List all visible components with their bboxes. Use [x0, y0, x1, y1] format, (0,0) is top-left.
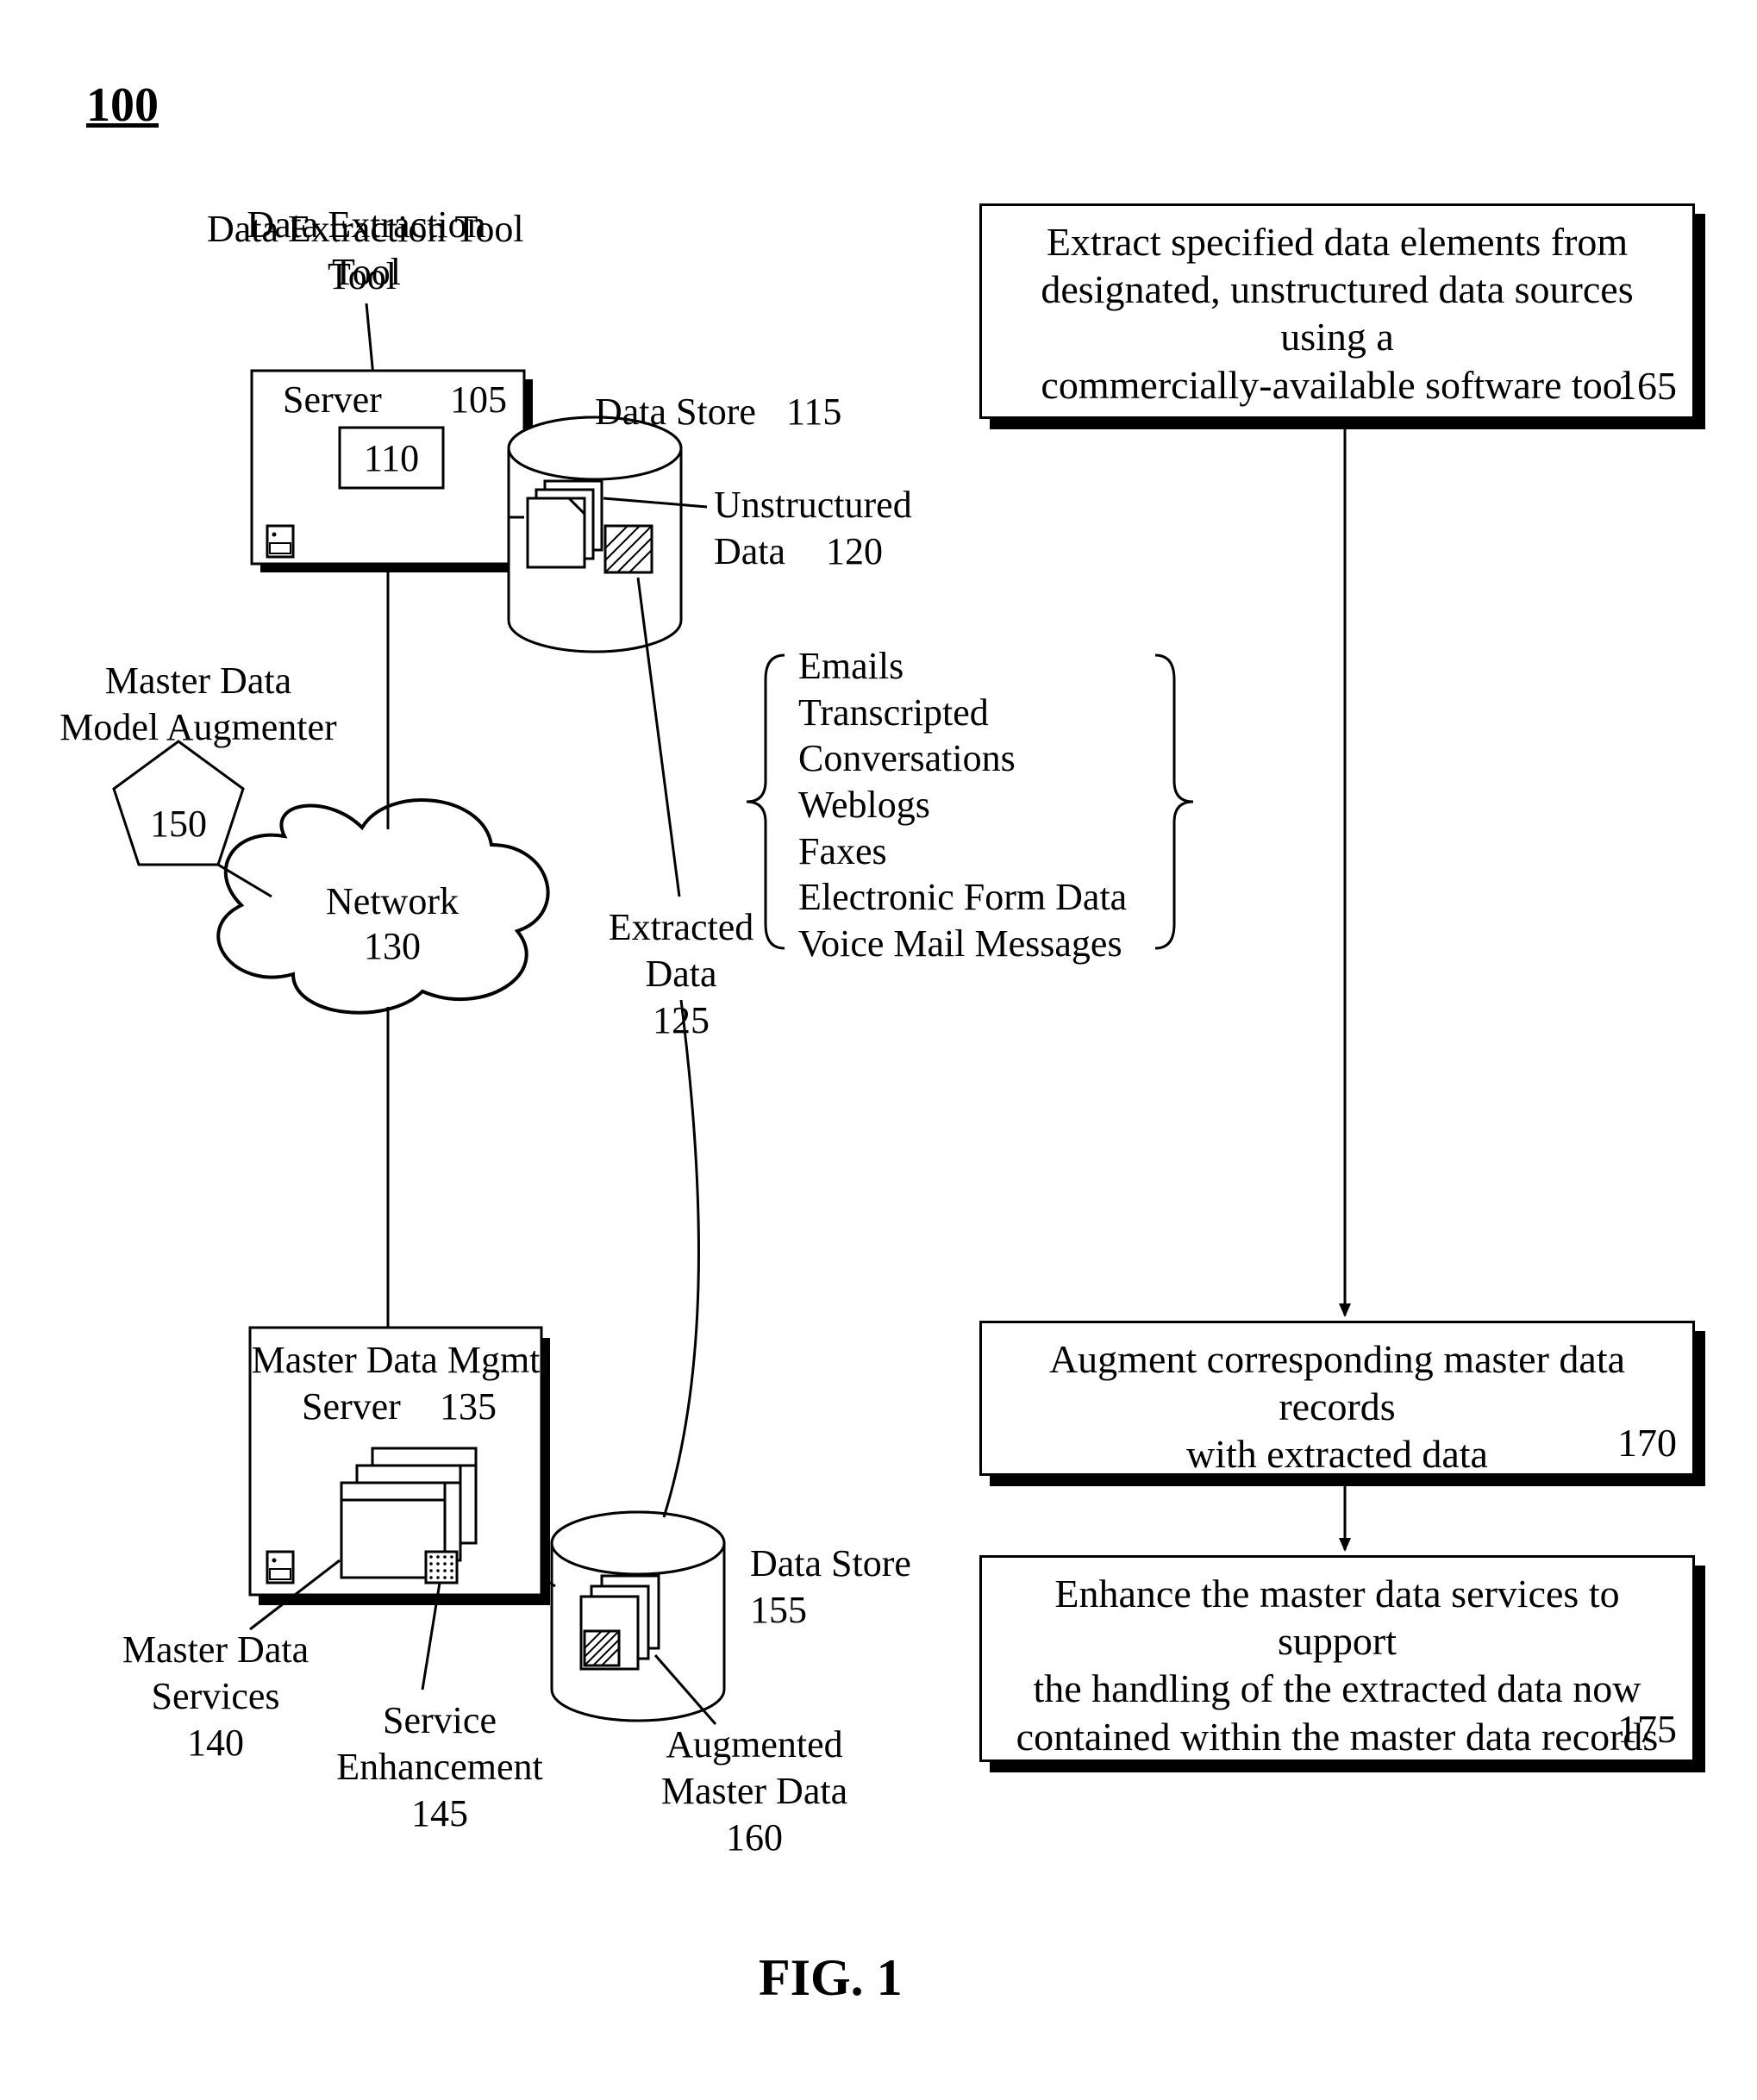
label-data-store-bottom-title: Data Store — [750, 1541, 911, 1585]
label-se-num: 145 — [319, 1791, 560, 1835]
list-item: Electronic Form Data — [798, 874, 1127, 921]
label-amd-num: 160 — [638, 1816, 871, 1859]
label-amd-l2: Master Data — [638, 1769, 871, 1813]
flow-step-170: Augment corresponding master data record… — [979, 1321, 1695, 1476]
flow-step-175: Enhance the master data services to supp… — [979, 1555, 1695, 1762]
flow-step-num: 170 — [1617, 1419, 1677, 1466]
unstructured-examples-list: Emails Transcripted Conversations Weblog… — [798, 643, 1127, 967]
label-mdma-l2: Model Augmenter — [52, 705, 345, 749]
list-item: Emails — [798, 643, 1127, 690]
flow-step-num: 165 — [1617, 362, 1677, 409]
flow-step-num: 175 — [1617, 1705, 1677, 1753]
flow-step-line: contained within the master data records — [1001, 1713, 1673, 1760]
flow-step-line: Extract specified data elements from — [1001, 218, 1673, 266]
label-extracted-data-l1: Extracted — [595, 905, 767, 949]
label-mds-num: 140 — [103, 1721, 328, 1765]
label-unstructured-data-l1: Unstructured — [714, 483, 912, 527]
flow-step-line: Enhance the master data services to supp… — [1001, 1570, 1673, 1665]
flow-step-line: Augment corresponding master data record… — [1001, 1335, 1673, 1430]
label-unstructured-data-l2: Data — [714, 529, 785, 573]
label-box-110: 110 — [340, 436, 443, 480]
label-mds-l1: Master Data — [103, 1628, 328, 1672]
flow-step-165: Extract specified data elements from des… — [979, 203, 1695, 419]
label-data-store-bottom-num: 155 — [750, 1588, 807, 1632]
label-data-store-top-title: Data Store — [595, 390, 756, 434]
label-extracted-data-num: 125 — [595, 998, 767, 1042]
flow-step-line: with extracted data — [1001, 1430, 1673, 1478]
label-mdm-server-l2: Server — [302, 1384, 401, 1428]
flow-step-line: the handling of the extracted data now — [1001, 1665, 1673, 1712]
label-extracted-data-l2: Data — [595, 952, 767, 996]
list-item: Transcripted — [798, 690, 1127, 736]
label-server-top-title: Server — [283, 378, 382, 422]
label-mds-l2: Services — [103, 1674, 328, 1718]
label-unstructured-data-num: 120 — [826, 529, 883, 573]
label-mdma-l1: Master Data — [86, 659, 310, 703]
list-item: Conversations — [798, 735, 1127, 782]
list-item: Voice Mail Messages — [798, 921, 1127, 967]
label-data-store-top-num: 115 — [786, 390, 841, 434]
label-se-l2: Enhancement — [319, 1745, 560, 1789]
label-mdma-num: 150 — [138, 802, 219, 846]
label-server-top-num: 105 — [450, 378, 507, 422]
label-network-title: Network — [302, 879, 483, 923]
list-item: Weblogs — [798, 782, 1127, 828]
label-amd-l1: Augmented — [638, 1722, 871, 1766]
label-network-num: 130 — [302, 924, 483, 968]
label-mdm-server-num: 135 — [440, 1384, 497, 1428]
flow-step-line: designated, unstructured data sources us… — [1001, 266, 1673, 360]
figure-caption: FIG. 1 — [759, 1948, 903, 2008]
list-item: Faxes — [798, 828, 1127, 875]
flow-step-line: commercially-available software tool — [1001, 361, 1673, 409]
label-se-l1: Service — [319, 1698, 560, 1742]
label-mdm-server-l1: Master Data Mgmt — [250, 1338, 541, 1382]
